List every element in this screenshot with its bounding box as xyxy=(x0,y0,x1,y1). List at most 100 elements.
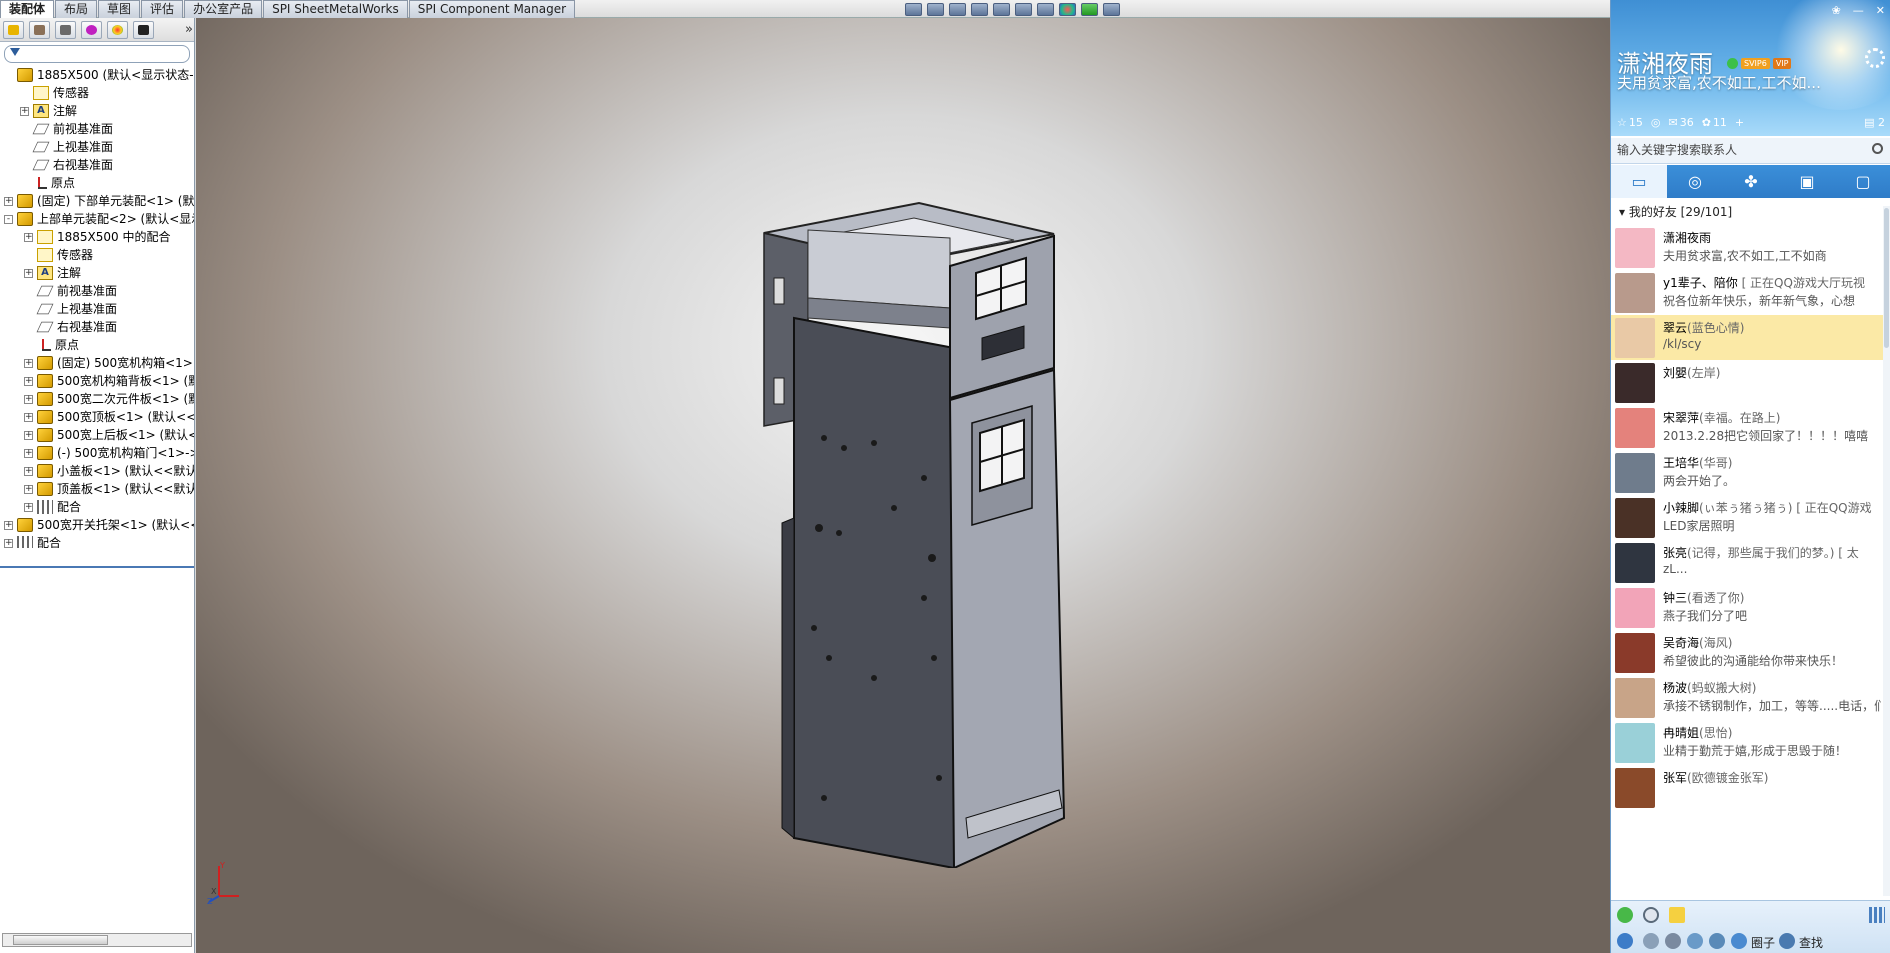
feature-tree-tab[interactable] xyxy=(3,20,24,39)
tree-part-top-cover[interactable]: + 顶盖板<1> (默认<<默认: xyxy=(24,480,194,498)
tab-groups[interactable]: ✤ xyxy=(1723,165,1779,198)
tree-right-plane[interactable]: 右视基准面 xyxy=(20,156,113,174)
graphics-area[interactable] xyxy=(196,18,1610,953)
friend-item[interactable]: 冉晴姐(思怡) 业精于勤荒于嬉,形成于思毁于随！ xyxy=(1611,720,1883,765)
expand-toggle-icon[interactable]: + xyxy=(4,538,13,548)
file-assistant-icon[interactable] xyxy=(1709,933,1725,949)
hide-show-icon[interactable] xyxy=(1037,3,1054,16)
friend-item[interactable]: 张军(欧德镀金张军) xyxy=(1611,765,1883,810)
add-app-icon[interactable]: + xyxy=(1735,116,1744,129)
expand-toggle-icon[interactable]: + xyxy=(24,430,33,440)
tree-sub-top-plane[interactable]: 上视基准面 xyxy=(24,300,117,318)
friend-item[interactable]: 翠云(蓝色心情)/kl/scy xyxy=(1611,315,1883,360)
friend-item[interactable]: 王培华(华哥) 两会开始了。 xyxy=(1611,450,1883,495)
friend-item[interactable]: y1辈子、陪你 [ 正在QQ游戏大厅玩视 祝各位新年快乐，新年新气象，心想 xyxy=(1611,270,1883,315)
avatar[interactable] xyxy=(1615,723,1655,763)
qzone-icon[interactable]: ◎ xyxy=(1651,116,1661,129)
tree-sub-sensors[interactable]: 传感器 xyxy=(24,246,93,264)
expand-toggle-icon[interactable]: + xyxy=(24,376,33,386)
tree-part-top-plate[interactable]: +500宽顶板<1> (默认<<默 xyxy=(24,408,194,426)
tab-layout[interactable]: 布局 xyxy=(55,0,98,18)
friend-list-scrollbar[interactable] xyxy=(1883,206,1890,896)
configuration-manager-tab[interactable] xyxy=(55,20,76,39)
tab-assembly[interactable]: 装配体 xyxy=(0,0,55,18)
tab-recent[interactable]: ▢ xyxy=(1835,165,1890,198)
friend-item[interactable]: 吴奇海(海风) 希望彼此的沟通能给你带来快乐！ xyxy=(1611,630,1883,675)
display-manager-tab[interactable] xyxy=(107,20,128,39)
vip-badge[interactable]: VIP xyxy=(1772,58,1792,69)
tree-part-upper-back[interactable]: +500宽上后板<1> (默认<< xyxy=(24,426,194,444)
qq-video-icon[interactable] xyxy=(1643,907,1659,923)
tab-qzone[interactable]: ◎ xyxy=(1667,165,1723,198)
tree-sub-mates[interactable]: + 配合 xyxy=(24,498,81,516)
find-icon[interactable] xyxy=(1779,933,1795,949)
tab-office-products[interactable]: 办公室产品 xyxy=(184,0,263,18)
expand-toggle-icon[interactable]: + xyxy=(4,520,13,530)
expand-toggle-icon[interactable]: + xyxy=(24,448,33,458)
tree-root-assembly[interactable]: 1885X500 (默认<显示状态-1>) xyxy=(4,66,194,84)
edit-appearance-icon[interactable] xyxy=(1059,3,1076,16)
svip-badge[interactable]: SVIP6 xyxy=(1741,58,1770,69)
tab-discussions[interactable]: ▣ xyxy=(1779,165,1835,198)
avatar[interactable] xyxy=(1615,408,1655,448)
tree-front-plane[interactable]: 前视基准面 xyxy=(20,120,113,138)
skin-icon[interactable]: ❀ xyxy=(1832,4,1841,17)
friend-item[interactable]: 宋翠萍(幸福。在路上) 2013.2.28把它领回家了！！！！嘻嘻 xyxy=(1611,405,1883,450)
expand-toggle-icon[interactable]: + xyxy=(24,232,33,242)
tree-sub-annotations[interactable]: + A 注解 xyxy=(24,264,81,282)
expand-toggle-icon[interactable]: - xyxy=(4,214,13,224)
search-icon[interactable] xyxy=(1872,143,1883,154)
expand-toggle-icon[interactable]: + xyxy=(24,502,33,512)
tab-spi-sheetmetalworks[interactable]: SPI SheetMetalWorks xyxy=(263,0,408,18)
dimxpert-tab[interactable] xyxy=(81,20,102,39)
tree-origin[interactable]: 原点 xyxy=(20,174,75,192)
friend-item[interactable]: 钟三(看透了你) 燕子我们分了吧 xyxy=(1611,585,1883,630)
sheet-metal-tab[interactable] xyxy=(133,20,154,39)
favorites-stat[interactable]: ☆ 15 xyxy=(1617,116,1643,129)
zoom-area-icon[interactable] xyxy=(927,3,944,16)
tree-sensors[interactable]: 传感器 xyxy=(20,84,89,102)
avatar[interactable] xyxy=(1615,633,1655,673)
circles-icon[interactable] xyxy=(1731,933,1747,949)
avatar[interactable] xyxy=(1615,453,1655,493)
friend-item[interactable]: 张亮(记得，那些属于我们的梦。) [ 太 zL... xyxy=(1611,540,1883,585)
avatar[interactable] xyxy=(1615,543,1655,583)
tree-sub-right-plane[interactable]: 右视基准面 xyxy=(24,318,117,336)
tab-sketch[interactable]: 草图 xyxy=(98,0,141,18)
tree-sub-origin[interactable]: 原点 xyxy=(24,336,79,354)
previous-view-icon[interactable] xyxy=(949,3,966,16)
property-manager-tab[interactable] xyxy=(29,20,50,39)
friend-item[interactable]: 杨波(蚂蚁搬大树) 承接不锈钢制作，加工，等等.....电话，们 xyxy=(1611,675,1883,720)
tree-part-secondary-plate[interactable]: +500宽二次元件板<1> (默认 xyxy=(24,390,194,408)
system-settings-icon[interactable] xyxy=(1643,933,1659,949)
apply-scene-icon[interactable] xyxy=(1081,3,1098,16)
qq-signature[interactable]: 夫用贫求富,农不如工,工不如... xyxy=(1617,72,1821,93)
tab-evaluate[interactable]: 评估 xyxy=(141,0,184,18)
friend-item[interactable]: 小辣脚(ぃ苯ぅ猪ぅ猪ぅ) [ 正在QQ游戏 LED家居照明 xyxy=(1611,495,1883,540)
tree-upper-unit-assembly[interactable]: - 上部单元装配<2> (默认<显示 xyxy=(4,210,194,228)
circles-label[interactable]: 圈子 xyxy=(1751,934,1775,951)
avatar[interactable] xyxy=(1615,768,1655,808)
view-settings-icon[interactable] xyxy=(1103,3,1120,16)
switchgear-cabinet-model[interactable] xyxy=(754,178,1134,868)
friend-item[interactable]: 刘嬰(左岸) xyxy=(1611,360,1883,405)
app-grid-icon[interactable] xyxy=(1869,907,1885,923)
tab-contacts[interactable]: ▭ xyxy=(1611,165,1667,198)
avatar[interactable] xyxy=(1615,498,1655,538)
expand-toggle-icon[interactable]: + xyxy=(24,466,33,476)
tree-lower-unit-assembly[interactable]: + (固定) 下部单元装配<1> (默认 xyxy=(4,192,194,210)
expand-toggle-icon[interactable]: + xyxy=(24,268,33,278)
expand-toggle-icon[interactable]: + xyxy=(24,484,33,494)
minimize-button[interactable]: — xyxy=(1853,4,1864,17)
tree-part-small-cover[interactable]: + 小盖板<1> (默认<<默认 xyxy=(24,462,194,480)
expand-toggle-icon[interactable]: + xyxy=(24,358,33,368)
avatar[interactable] xyxy=(1615,363,1655,403)
main-menu-icon[interactable] xyxy=(1617,933,1633,949)
scrollbar-thumb[interactable] xyxy=(1884,208,1889,348)
view-orientation-icon[interactable] xyxy=(993,3,1010,16)
avatar[interactable] xyxy=(1615,588,1655,628)
tree-divider[interactable] xyxy=(0,566,194,568)
avatar[interactable] xyxy=(1615,318,1655,358)
avatar[interactable] xyxy=(1615,273,1655,313)
display-style-icon[interactable] xyxy=(1015,3,1032,16)
